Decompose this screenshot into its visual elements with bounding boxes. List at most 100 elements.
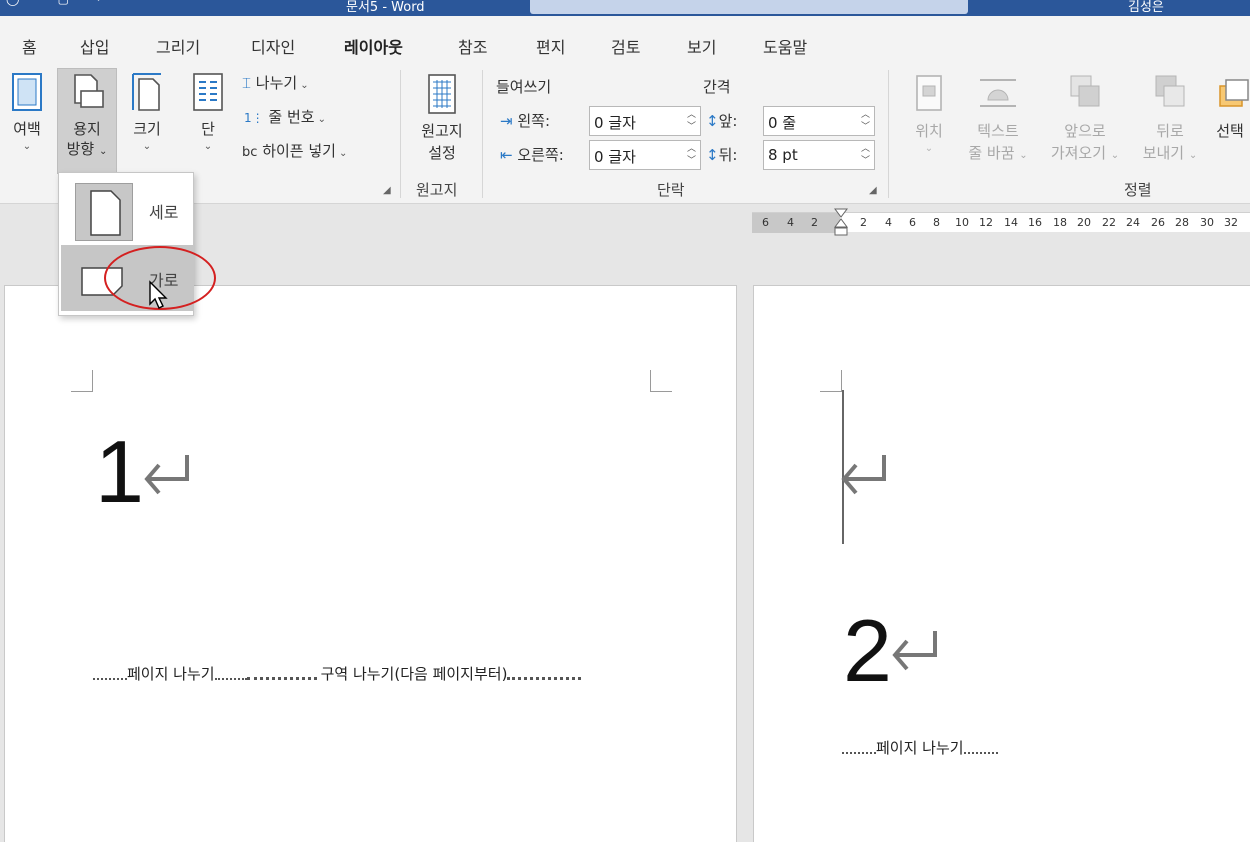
portrait-page-icon <box>90 190 121 236</box>
section-break-label: 구역 나누기(다음 페이지부터) <box>320 665 508 683</box>
ruler-tick-label: 26 <box>1151 216 1165 229</box>
spacing-after-input[interactable]: 8 pt ︿ ﹀ <box>763 140 875 170</box>
bring-forward-button[interactable]: 앞으로 가져오기 ⌄ <box>1042 72 1128 167</box>
chevron-down-icon: ⌄ <box>338 148 348 159</box>
arrange-group-label: 정렬 <box>1124 181 1152 199</box>
indent-marker-icon[interactable] <box>833 207 849 237</box>
indent-right-input[interactable]: 0 글자 ︿ ﹀ <box>589 140 701 170</box>
indent-title: 들여쓰기 <box>496 78 552 96</box>
ruler-tick-label: 22 <box>1102 216 1116 229</box>
chevron-down-icon: ⌄ <box>22 141 32 152</box>
hyphenation-button[interactable]: bc 하이픈 넣기 ⌄ <box>242 140 347 161</box>
page-setup-launcher-icon[interactable]: ◢ <box>383 185 391 196</box>
margins-icon <box>12 73 42 111</box>
spinner-icon[interactable]: ︿ ﹀ <box>861 143 870 167</box>
chevron-down-icon: ⌄ <box>300 80 309 91</box>
ruler-tick-label: 18 <box>1053 216 1067 229</box>
page-break-label: 페이지 나누기 <box>876 739 964 757</box>
spacing-after-label: ↕뒤: <box>706 146 738 164</box>
page-1[interactable]: 1 페이지 나누기 구역 나누기(다음 페이지부터) <box>4 285 737 842</box>
horizontal-ruler[interactable]: 6 4 2 2 4 6 8 10 12 14 16 18 20 22 24 26… <box>752 208 1250 236</box>
manuscript-setup-button[interactable]: 원고지 설정 <box>412 72 472 164</box>
tab-insert[interactable]: 삽입 <box>80 34 109 58</box>
send-backward-button[interactable]: 뒤로 보내기 ⌄ <box>1134 72 1206 167</box>
orientation-portrait-option[interactable]: 세로 <box>61 177 193 243</box>
orientation-icon <box>74 74 104 108</box>
tab-draw[interactable]: 그리기 <box>156 34 200 58</box>
paragraph-launcher-icon[interactable]: ◢ <box>869 185 877 196</box>
tab-review[interactable]: 검토 <box>611 34 640 58</box>
user-name[interactable]: 김성은 <box>1128 0 1164 15</box>
columns-icon <box>193 73 223 111</box>
position-button[interactable]: 위치 ⌄ <box>904 72 954 156</box>
quick-access-toolbar[interactable]: ◯ ▢ ↶ <box>6 0 106 6</box>
title-bar: ◯ ▢ ↶ 문서5 - Word 김성은 <box>0 0 1250 16</box>
chevron-down-icon: ⌄ <box>317 114 326 125</box>
chevron-down-icon: ⌄ <box>203 141 213 152</box>
breaks-icon: ⌶ <box>242 74 252 92</box>
ruler-tick-label: 14 <box>1004 216 1018 229</box>
tab-references[interactable]: 참조 <box>458 34 487 58</box>
tab-mailings[interactable]: 편지 <box>536 34 565 58</box>
paragraph-mark-icon <box>841 455 886 495</box>
group-divider <box>888 70 889 198</box>
group-divider <box>482 70 483 198</box>
margins-button[interactable]: 여백 ⌄ <box>4 70 50 154</box>
indent-left-input[interactable]: 0 글자 ︿ ﹀ <box>589 106 701 136</box>
breaks-button[interactable]: ⌶ 나누기 ⌄ <box>242 72 309 93</box>
spacing-before-input[interactable]: 0 줄 ︿ ﹀ <box>763 106 875 136</box>
ruler-tick-label: 32 <box>1224 216 1238 229</box>
ruler-tick-label: 12 <box>979 216 993 229</box>
spinner-icon[interactable]: ︿ ﹀ <box>687 143 696 167</box>
ruler-tick-label: 30 <box>1200 216 1214 229</box>
ruler-tick-label: 4 <box>885 216 892 229</box>
paragraph-mark-icon <box>144 455 189 495</box>
ruler-tick-label: 6 <box>909 216 916 229</box>
paragraph-mark-icon <box>892 631 937 671</box>
send-backward-icon <box>1155 75 1185 107</box>
spinner-icon[interactable]: ︿ ﹀ <box>687 109 696 133</box>
tab-view[interactable]: 보기 <box>687 34 716 58</box>
chevron-down-icon: ⌄ <box>1019 150 1028 161</box>
chevron-down-icon: ⌄ <box>99 146 108 157</box>
size-button[interactable]: 크기 ⌄ <box>124 70 170 154</box>
page-2[interactable]: 2 페이지 나누기 <box>753 285 1250 842</box>
line-numbers-button[interactable]: 1⋮ 줄 번호 ⌄ <box>244 106 326 127</box>
orientation-button[interactable]: 용지 방향 ⌄ <box>57 68 117 174</box>
columns-button[interactable]: 단 ⌄ <box>186 70 230 154</box>
tab-design[interactable]: 디자인 <box>251 34 295 58</box>
wrap-text-icon <box>980 79 1016 107</box>
page-break-marker: 페이지 나누기 구역 나누기(다음 페이지부터) <box>93 663 582 684</box>
chevron-down-icon: ⌄ <box>1110 150 1120 161</box>
selection-pane-button[interactable]: 선택 <box>1210 72 1250 142</box>
spacing-title: 간격 <box>703 78 731 96</box>
tab-layout[interactable]: 레이아웃 <box>344 34 403 67</box>
tab-help[interactable]: 도움말 <box>763 34 807 58</box>
line-numbers-icon: 1⋮ <box>244 111 264 125</box>
indent-left-icon: ⇥ <box>500 112 513 130</box>
indent-right-icon: ⇤ <box>500 146 513 164</box>
ruler-tick-label: 2 <box>860 216 867 229</box>
ruler-tick-label: 6 <box>762 216 769 229</box>
ruler-tick-label: 16 <box>1028 216 1042 229</box>
ruler-tick-label: 10 <box>955 216 969 229</box>
paragraph-group-label: 단락 <box>657 181 685 199</box>
spacing-after-icon: ↕ <box>706 146 719 164</box>
corner-mark <box>650 370 672 392</box>
ruler-tick-label: 24 <box>1126 216 1140 229</box>
page-break-label: 페이지 나누기 <box>127 665 215 683</box>
search-box[interactable] <box>530 0 968 14</box>
spinner-icon[interactable]: ︿ ﹀ <box>861 109 870 133</box>
ruler-tick-label: 2 <box>811 216 818 229</box>
ruler-tick-label: 20 <box>1077 216 1091 229</box>
hyphenation-icon: bc <box>242 145 258 160</box>
corner-mark <box>71 370 93 392</box>
page-size-icon <box>132 73 161 111</box>
ruler-tick-label: 8 <box>933 216 940 229</box>
ruler-tick-label: 4 <box>787 216 794 229</box>
tab-home[interactable]: 홈 <box>22 34 37 58</box>
manuscript-group-label: 원고지 <box>416 181 458 199</box>
group-divider <box>400 70 401 198</box>
wrap-text-button[interactable]: 텍스트 줄 바꿈 ⌄ <box>960 72 1036 167</box>
window-title: 문서5 - Word <box>346 0 425 15</box>
